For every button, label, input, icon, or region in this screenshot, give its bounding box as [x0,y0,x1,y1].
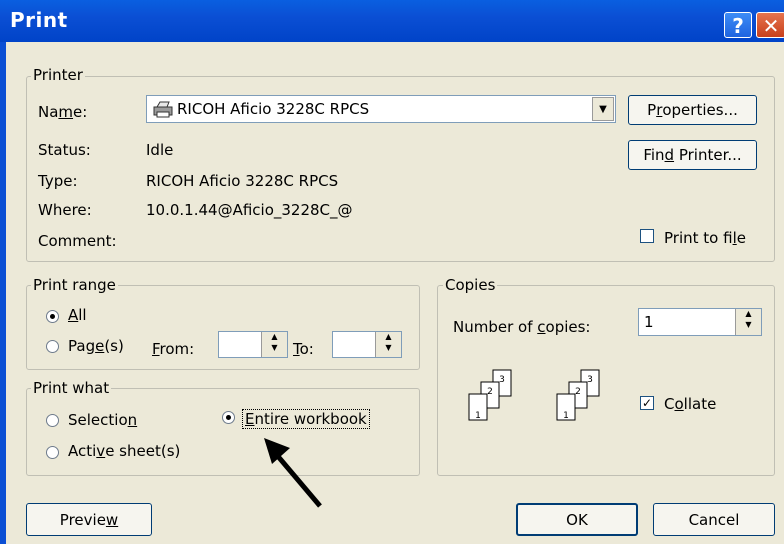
print-what-group [26,388,420,476]
active-sheets-radio[interactable] [46,446,59,459]
print-range-legend: Print range [31,276,118,294]
from-label: From: [152,340,195,358]
where-value: 10.0.1.44@Aficio_3228C_@ [146,201,353,219]
svg-text:2: 2 [575,387,581,397]
active-sheets-label: Active sheet(s) [68,442,181,460]
print-to-file-label: Print to file [664,229,746,247]
printer-name-combo[interactable]: RICOH Aficio 3228C RPCS ▼ [146,95,616,123]
help-button[interactable]: ? [724,12,752,38]
collate-checkbox[interactable]: ✓ [640,396,654,410]
selection-radio[interactable] [46,414,59,427]
window-title: Print [10,8,68,32]
cancel-button[interactable]: Cancel [653,503,775,536]
title-bar: Print ? ✕ [0,0,784,42]
status-label: Status: [38,141,91,159]
checkmark-icon: ✓ [641,396,653,410]
window-left-border [0,42,6,544]
print-to-file-checkbox[interactable] [640,229,654,243]
svg-text:3: 3 [499,375,505,385]
to-input[interactable]: ▲ ▼ [332,331,402,358]
from-spinner[interactable]: ▲ ▼ [261,332,287,357]
all-label: All [68,306,87,324]
close-button[interactable]: ✕ [756,12,784,38]
entire-workbook-label: Entire workbook [242,409,370,429]
ok-button[interactable]: OK [516,503,638,536]
pages-radio[interactable] [46,340,59,353]
svg-text:2: 2 [487,387,493,397]
svg-text:3: 3 [587,375,593,385]
entire-workbook-radio[interactable] [222,411,235,424]
printer-group-legend: Printer [31,66,85,84]
copies-spinner[interactable]: ▲ ▼ [735,309,761,335]
to-label: To: [293,340,314,358]
print-what-legend: Print what [31,379,112,397]
from-input[interactable]: ▲ ▼ [218,331,288,358]
copies-legend: Copies [443,276,498,294]
spin-up-icon[interactable]: ▲ [376,332,401,343]
number-of-copies-label: Number of copies: [453,318,591,336]
svg-text:1: 1 [475,411,481,421]
spin-up-icon[interactable]: ▲ [262,332,287,343]
type-value: RICOH Aficio 3228C RPCS [146,172,339,190]
all-radio[interactable] [46,310,59,323]
properties-button[interactable]: Pr operties... [628,95,757,125]
name-label: Name: [38,103,88,121]
pages-label: Page(s) [68,337,124,355]
svg-text:1: 1 [563,411,569,421]
printer-name-value: RICOH Aficio 3228C RPCS [177,100,370,118]
status-value: Idle [146,141,174,159]
copies-value: 1 [644,313,654,331]
spin-down-icon[interactable]: ▼ [736,320,761,331]
type-label: Type: [38,172,78,190]
comment-label: Comment: [38,232,117,250]
annotation-arrow-icon [264,438,322,508]
copies-input[interactable]: 1 ▲ ▼ [638,308,762,336]
printer-name-dropdown-button[interactable]: ▼ [592,97,614,121]
selection-label: Selection [68,411,138,429]
chevron-down-icon: ▼ [599,103,607,115]
printer-icon [152,100,174,118]
spin-down-icon[interactable]: ▼ [262,343,287,354]
find-printer-button[interactable]: Fin d Printer... [628,140,757,170]
spin-down-icon[interactable]: ▼ [376,343,401,354]
spin-up-icon[interactable]: ▲ [736,309,761,320]
to-spinner[interactable]: ▲ ▼ [375,332,401,357]
collate-pages-icon: 3 2 1 [556,369,600,421]
collate-label: Collate [664,395,717,413]
collate-pages-icon: 3 2 1 [468,369,512,421]
where-label: Where: [38,201,92,219]
preview-button[interactable]: Previe w [26,503,152,536]
